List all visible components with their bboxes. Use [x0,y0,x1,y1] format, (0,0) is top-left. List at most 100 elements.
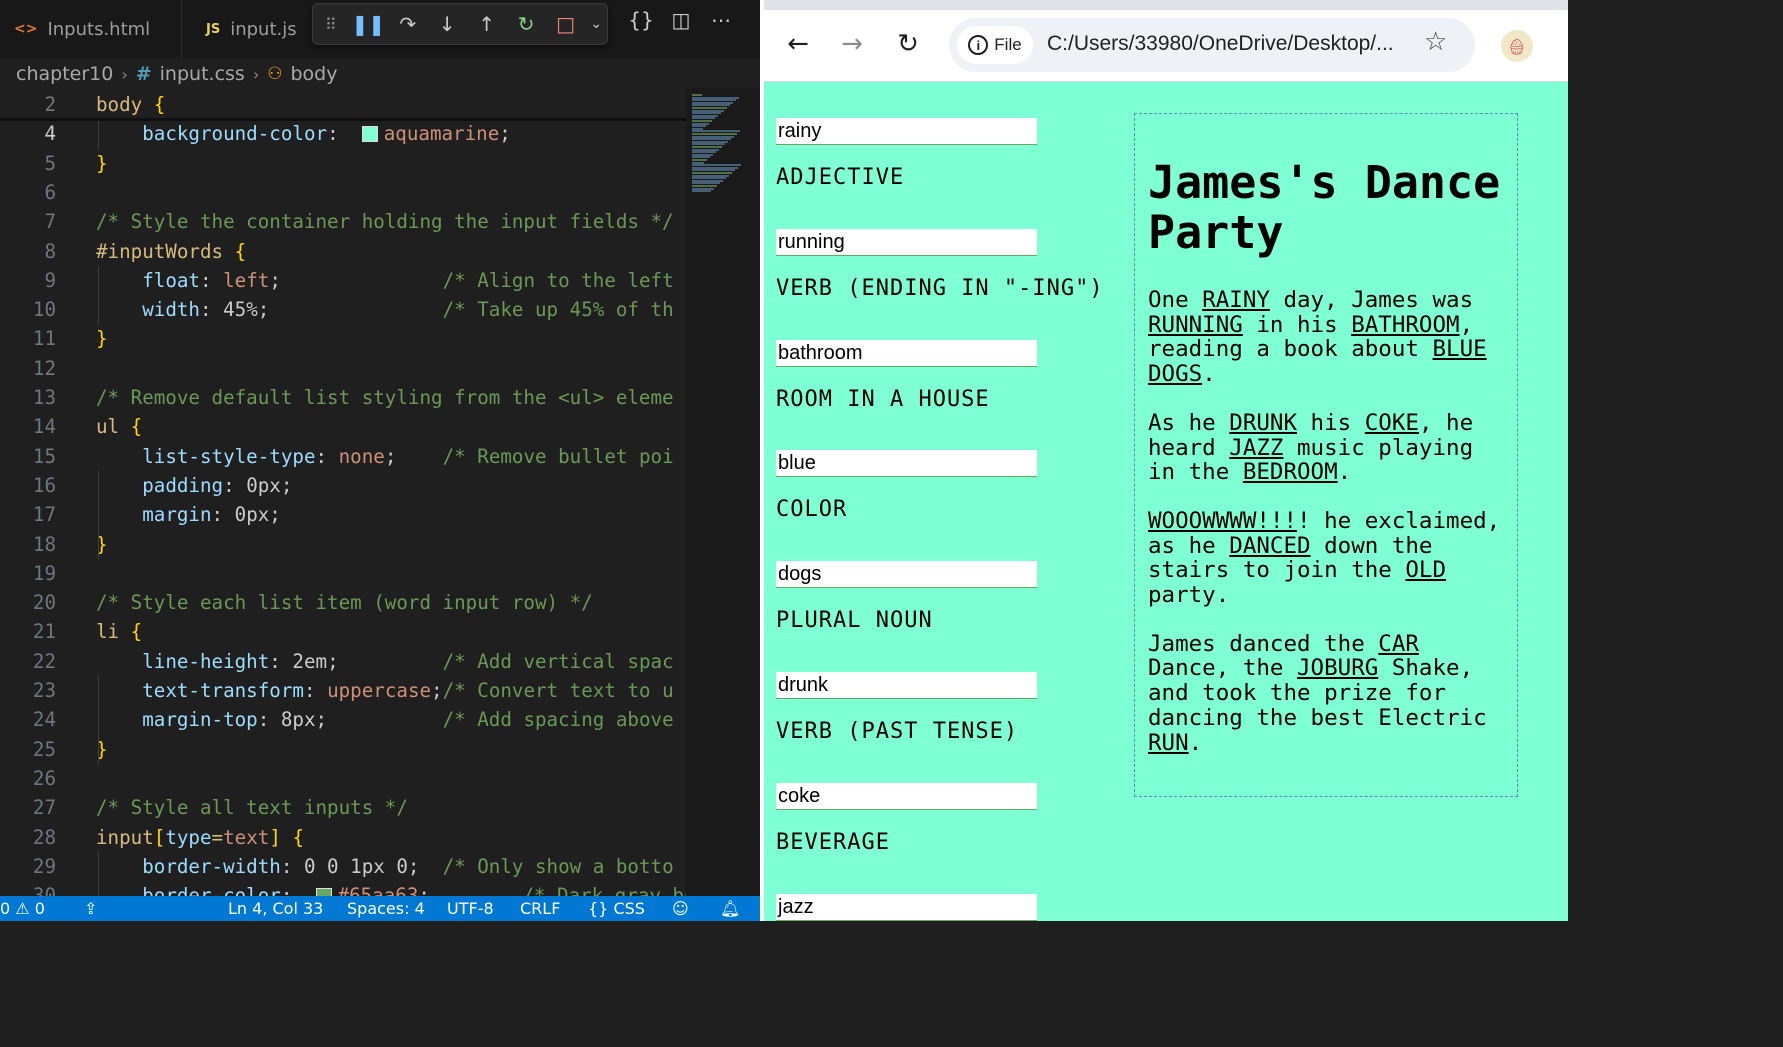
split-editor-icon[interactable]: ◫ [668,8,694,32]
word-input[interactable]: dogs [776,561,1037,589]
line-number: 5 [44,151,56,175]
code-line[interactable]: 20 /* Style each list item (word input ro… [0,588,686,617]
problems-indicator[interactable]: 0 ⚠ 0 [0,899,45,918]
line-number: 18 [32,532,56,556]
braces-icon[interactable]: {} [628,8,654,32]
step-out-icon[interactable]: ↑ [467,4,506,44]
code-line[interactable]: 11} [0,324,686,353]
drag-grip-icon[interactable]: ⠿ [313,4,349,44]
indent-guide [98,265,99,325]
word-input[interactable]: rainy [776,118,1037,145]
more-icon[interactable]: ⋯ [708,8,734,32]
code-text: } [96,327,108,351]
browser-toolbar: ← → ↻ i File C:/Users/33980/OneDrive/Des… [764,10,1568,82]
story-text: party. [1148,582,1230,609]
chevron-down-icon[interactable]: ⌄ [585,4,607,44]
story-word: coke [1364,409,1419,436]
cursor-position[interactable]: Ln 4, Col 33 [228,899,323,918]
story-title: James's Dance Party [1148,156,1501,259]
code-line[interactable]: 16 padding: 0px; [0,471,686,500]
site-info-chip[interactable]: i File [957,26,1033,64]
code-line[interactable]: 8 #inputWords { [0,237,686,266]
tab-inputs-html[interactable]: <> Inputs.html [0,0,182,58]
word-input[interactable]: jazz [776,893,1037,921]
reload-icon[interactable]: ↻ [890,26,926,62]
code-line[interactable]: 21 li { [0,617,686,646]
breadcrumb-folder[interactable]: chapter10 [16,63,113,85]
debug-toolbar: ⠿ ❚❚ ↷ ↓ ↑ ↻ □ ⌄ [312,3,608,45]
indent-guide [98,851,99,896]
address-bar[interactable]: i File C:/Users/33980/OneDrive/Desktop/.… [949,18,1475,72]
code-line[interactable]: 28 input[type=text] { [0,823,686,852]
bell-icon[interactable]: 🔔︎ [720,899,740,918]
code-line[interactable]: 15 list-style-type: none; /* Remove bull… [0,442,686,471]
code-line[interactable]: 25} [0,735,686,764]
breadcrumb-symbol[interactable]: body [290,63,337,85]
indentation[interactable]: Spaces: 4 [347,899,425,918]
forward-arrow-icon[interactable]: → [834,26,870,62]
story-text: Dance, the [1148,655,1298,682]
code-line[interactable]: 6 [0,178,686,207]
code-line[interactable]: 2 body { [0,90,686,119]
pause-icon[interactable]: ❚❚ [349,4,388,44]
code-text: margin: 0px; [142,503,281,527]
step-over-icon[interactable]: ↷ [388,4,427,44]
code-line[interactable]: 14 ul { [0,412,686,441]
code-line[interactable]: 4 background-color: aquamarine; [0,119,686,148]
story-text: . [1188,729,1203,756]
tab-input-js[interactable]: JS input.js [192,0,322,58]
story-word: blue [1432,336,1487,363]
back-arrow-icon[interactable]: ← [780,26,816,62]
indent-guide [98,119,99,149]
bookmark-star-icon[interactable]: ☆ [1424,27,1447,57]
status-bar: 0 ⚠ 0 ⇪ Ln 4, Col 33 Spaces: 4 UTF-8 CRL… [0,896,760,921]
word-input[interactable]: blue [776,450,1037,478]
line-ending[interactable]: CRLF [520,899,560,918]
step-into-icon[interactable]: ↓ [427,4,466,44]
code-line[interactable]: 17 margin: 0px; [0,500,686,529]
line-number: 15 [32,444,56,468]
breadcrumb-file[interactable]: input.css [160,63,245,85]
editor-actions: {} ◫ ⋯ [628,8,734,32]
word-label: ADJECTIVE [776,165,905,190]
code-line[interactable]: 27 /* Style all text inputs */ [0,793,686,822]
restart-icon[interactable]: ↻ [506,4,545,44]
file-chip-label: File [994,35,1022,54]
code-line[interactable]: 10 width: 45%; /* Take up 45% of th [0,295,686,324]
browser-tab-strip [764,0,1568,10]
code-line[interactable]: 30 border-color: #65aa63; /* Dark gray b… [0,881,686,896]
encoding[interactable]: UTF-8 [447,899,494,918]
word-input[interactable]: bathroom [776,339,1037,367]
story-word: rainy [1202,287,1270,313]
code-line[interactable]: 19 [0,559,686,588]
code-line[interactable]: 5} [0,149,686,178]
page-content: rainy ADJECTIVE running VERB (ENDING IN "-I… [764,82,1568,921]
code-line[interactable]: 18} [0,530,686,559]
language-mode[interactable]: {} CSS [588,899,645,918]
profile-avatar[interactable]: 🧁︎ [1501,30,1533,62]
code-line[interactable]: 24 margin-top: 8px; /* Add spacing above [0,705,686,734]
word-input[interactable]: drunk [776,672,1037,699]
code-line[interactable]: 22 line-height: 2em; /* Add vertical spa… [0,647,686,676]
live-share-icon[interactable]: ⇪ [84,899,97,918]
code-editor[interactable]: 2 body {4 background-color: aquamarine; 5}… [0,88,686,896]
story-word: drunk [1229,409,1298,436]
symbol-icon: ⚇ [267,64,283,84]
code-line[interactable]: 23 text-transform: uppercase;/* Convert … [0,676,686,705]
url-text[interactable]: C:/Users/33980/OneDrive/Desktop/... [1047,32,1394,56]
story-word: car [1378,630,1419,657]
code-text: li { [96,620,143,644]
word-input[interactable]: running [776,228,1037,256]
minimap[interactable] [686,88,760,896]
code-line[interactable]: 9 float: left; /* Align to the left [0,266,686,295]
code-line[interactable]: 12 [0,354,686,383]
code-line[interactable]: 29 border-width: 0 0 1px 0; /* Only show… [0,852,686,881]
stop-icon[interactable]: □ [546,4,585,44]
code-line[interactable]: 26 [0,764,686,793]
line-number: 20 [32,591,56,615]
code-text: /* Remove default list styling from the … [96,386,674,409]
code-line[interactable]: 7 /* Style the container holding the inpu… [0,207,686,236]
code-line[interactable]: 13 /* Remove default list styling from th… [0,383,686,412]
copilot-icon[interactable]: ☺ [672,899,689,918]
word-input[interactable]: coke [776,782,1037,810]
